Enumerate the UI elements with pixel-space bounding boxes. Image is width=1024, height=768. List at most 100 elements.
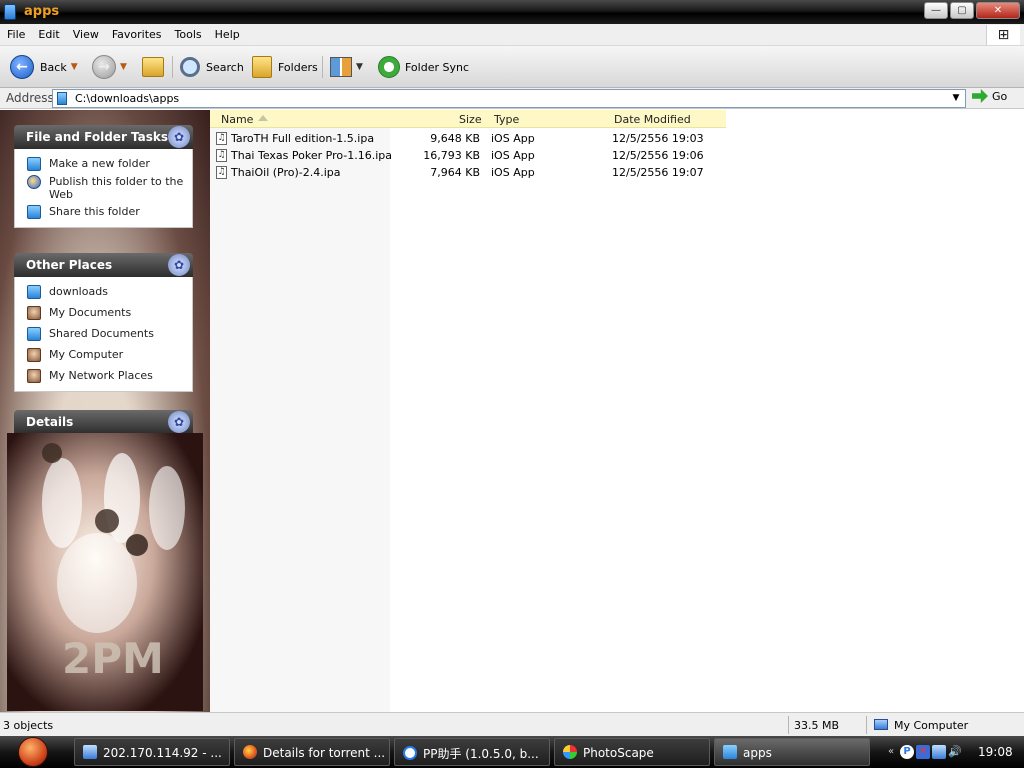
taskbar-button-apps[interactable]: apps [714, 738, 870, 766]
windows-logo-icon: ⊞ [986, 25, 1020, 45]
place-my-network-places[interactable]: My Network Places [15, 367, 192, 385]
taskbar-button-firefox[interactable]: Details for torrent ... [234, 738, 390, 766]
file-size: 16,793 KB [423, 149, 480, 162]
place-label: My Documents [49, 306, 132, 319]
ipa-file-icon: ♫ [216, 166, 227, 179]
search-button[interactable]: Search [180, 54, 244, 80]
taskbar-button-label: PhotoScape [583, 746, 654, 760]
column-header-date-modified[interactable]: Date Modified [614, 113, 691, 126]
place-my-documents[interactable]: My Documents [15, 304, 192, 322]
table-row[interactable]: ♫ Thai Texas Poker Pro-1.16.ipa 16,793 K… [210, 147, 726, 164]
go-button[interactable]: Go [972, 89, 1007, 103]
taskbar-button-label: 202.170.114.92 - ... [103, 746, 222, 760]
task-share-folder[interactable]: Share this folder [15, 203, 192, 221]
sort-ascending-icon [258, 115, 268, 121]
taskbar-button-photoscape[interactable]: PhotoScape [554, 738, 710, 766]
views-dropdown-icon[interactable]: ▼ [356, 62, 363, 72]
panel-title: Other Places [26, 258, 113, 272]
menu-help[interactable]: Help [208, 24, 246, 41]
title-bar[interactable]: apps — ▢ ✕ [0, 0, 1024, 24]
taskbar-button-pp-assistant[interactable]: PP助手 (1.0.5.0, b... [394, 738, 550, 766]
status-total-size: 33.5 MB [794, 719, 840, 732]
menu-tools[interactable]: Tools [168, 24, 208, 41]
pp-tray-icon[interactable]: P [900, 745, 914, 759]
details-header[interactable]: Details ✿ [14, 410, 193, 434]
address-value: C:\downloads\apps [75, 92, 180, 105]
task-label: Make a new folder [49, 157, 150, 170]
other-places-header[interactable]: Other Places ✿ [14, 253, 193, 277]
task-label: Share this folder [49, 205, 140, 218]
file-name: TaroTH Full edition-1.5.ipa [231, 132, 375, 145]
back-dropdown-icon[interactable]: ▼ [71, 62, 78, 72]
paw-collapse-icon[interactable]: ✿ [168, 411, 190, 433]
file-size: 9,648 KB [430, 132, 480, 145]
place-my-computer[interactable]: My Computer [15, 346, 192, 364]
details-panel: Details ✿ [14, 410, 193, 434]
task-make-new-folder[interactable]: Make a new folder [15, 155, 192, 173]
folders-label: Folders [278, 60, 318, 74]
toolbar-separator [322, 56, 323, 78]
toolbar-separator [172, 56, 173, 78]
place-downloads[interactable]: downloads [15, 283, 192, 301]
file-name: ThaiOil (Pro)-2.4.ipa [231, 166, 341, 179]
up-folder-button[interactable] [142, 54, 164, 80]
show-hidden-icons-chevron-icon[interactable]: « [884, 745, 898, 759]
folders-icon [252, 56, 272, 78]
column-header-name[interactable]: Name [221, 113, 253, 126]
file-size: 7,964 KB [430, 166, 480, 179]
task-publish-folder[interactable]: Publish this folder to the Web [15, 173, 192, 203]
photoscape-icon [563, 745, 577, 759]
network-disconnected-icon[interactable]: ✕ [916, 745, 930, 759]
column-header-row: Name Size Type Date Modified [210, 110, 726, 128]
menu-bar: File Edit View Favorites Tools Help ⊞ [0, 24, 1024, 46]
folder-sync-button[interactable]: Folder Sync [378, 54, 469, 80]
status-location-label: My Computer [894, 719, 969, 732]
file-modified: 12/5/2556 19:06 [612, 149, 704, 162]
status-location: My Computer [874, 719, 968, 732]
start-button[interactable] [18, 737, 48, 767]
address-field[interactable]: C:\downloads\apps ▼ [52, 89, 966, 108]
my-documents-icon [27, 306, 41, 320]
task-label: Publish this folder to the Web [49, 175, 184, 201]
menu-favorites[interactable]: Favorites [105, 24, 168, 41]
restore-button[interactable]: ▢ [950, 2, 974, 19]
system-tray: « P ✕ 🔊 19:08 [884, 739, 1022, 765]
back-label: Back [40, 60, 67, 74]
table-row[interactable]: ♫ ThaiOil (Pro)-2.4.ipa 7,964 KB iOS App… [210, 164, 726, 181]
place-shared-documents[interactable]: Shared Documents [15, 325, 192, 343]
clock[interactable]: 19:08 [978, 745, 1013, 759]
paw-collapse-icon[interactable]: ✿ [168, 126, 190, 148]
taskbar-button-remote-desktop[interactable]: 202.170.114.92 - ... [74, 738, 230, 766]
toolbar: ← Back ▼ → ▼ Search Folders ▼ Folder Syn… [0, 46, 1024, 88]
forward-button[interactable]: → ▼ [92, 54, 127, 80]
back-button[interactable]: ← Back ▼ [10, 54, 78, 80]
menu-file[interactable]: File [0, 24, 31, 41]
volume-icon[interactable]: 🔊 [948, 745, 962, 759]
my-computer-icon [27, 348, 41, 362]
file-type: iOS App [491, 166, 535, 179]
views-icon [330, 57, 352, 77]
folder-icon [4, 4, 16, 20]
column-header-size[interactable]: Size [459, 113, 482, 126]
views-button[interactable]: ▼ [330, 54, 363, 80]
status-divider [788, 716, 789, 734]
file-type: iOS App [491, 132, 535, 145]
status-divider [866, 716, 867, 734]
column-header-type[interactable]: Type [494, 113, 519, 126]
address-dropdown-icon[interactable]: ▼ [949, 91, 963, 106]
folder-sync-label: Folder Sync [405, 60, 470, 74]
menu-edit[interactable]: Edit [31, 24, 65, 41]
table-row[interactable]: ♫ TaroTH Full edition-1.5.ipa 9,648 KB i… [210, 130, 726, 147]
folders-button[interactable]: Folders [252, 54, 318, 80]
pp-assistant-icon [403, 746, 417, 760]
monitor-icon[interactable] [932, 745, 946, 759]
sorted-column-highlight [210, 110, 390, 712]
forward-dropdown-icon[interactable]: ▼ [120, 62, 127, 72]
new-folder-icon [27, 157, 41, 171]
file-folder-tasks-header[interactable]: File and Folder Tasks ✿ [14, 125, 193, 149]
menu-view[interactable]: View [66, 24, 105, 41]
ipa-file-icon: ♫ [216, 149, 227, 162]
minimize-button[interactable]: — [924, 2, 948, 19]
close-button[interactable]: ✕ [976, 2, 1020, 19]
paw-collapse-icon[interactable]: ✿ [168, 254, 190, 276]
